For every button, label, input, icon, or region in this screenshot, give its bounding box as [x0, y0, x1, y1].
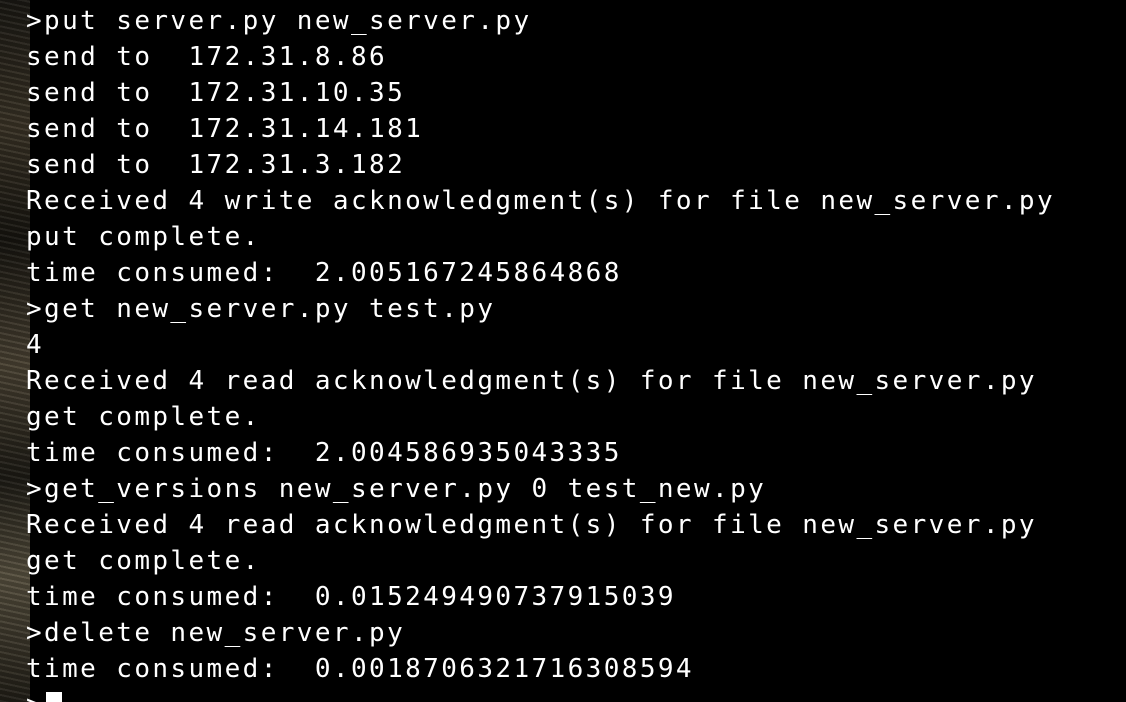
- terminal-line: time consumed: 0.015249490737915039: [26, 582, 676, 612]
- text-cursor: [46, 692, 63, 702]
- terminal-line: 4: [26, 330, 45, 360]
- terminal-line: put complete.: [26, 222, 261, 252]
- terminal-line: Received 4 read acknowledgment(s) for fi…: [26, 510, 1037, 540]
- terminal-line: time consumed: 0.0018706321716308594: [26, 654, 694, 684]
- terminal-line: send to 172.31.14.181: [26, 114, 424, 144]
- terminal-line: >delete new_server.py: [26, 618, 406, 648]
- terminal-line: Received 4 read acknowledgment(s) for fi…: [26, 366, 1037, 396]
- terminal-line: get complete.: [26, 402, 261, 432]
- terminal-output: >put server.py new_server.py send to 172…: [26, 3, 1055, 702]
- terminal-line: time consumed: 2.005167245864868: [26, 258, 622, 288]
- terminal-line: Received 4 write acknowledgment(s) for f…: [26, 186, 1056, 216]
- terminal-line: >get_versions new_server.py 0 test_new.p…: [26, 474, 767, 504]
- terminal-line: send to 172.31.10.35: [26, 78, 406, 108]
- terminal-line: time consumed: 2.004586935043335: [26, 438, 622, 468]
- prompt-symbol: >: [26, 687, 44, 702]
- terminal-line: >put server.py new_server.py: [26, 6, 532, 36]
- terminal-line: send to 172.31.3.182: [26, 150, 406, 180]
- terminal-line: get complete.: [26, 546, 261, 576]
- command-prompt-line[interactable]: >: [26, 687, 1055, 702]
- terminal-line: >get new_server.py test.py: [26, 294, 496, 324]
- terminal-line: send to 172.31.8.86: [26, 42, 388, 72]
- terminal-window[interactable]: >put server.py new_server.py send to 172…: [0, 0, 1126, 702]
